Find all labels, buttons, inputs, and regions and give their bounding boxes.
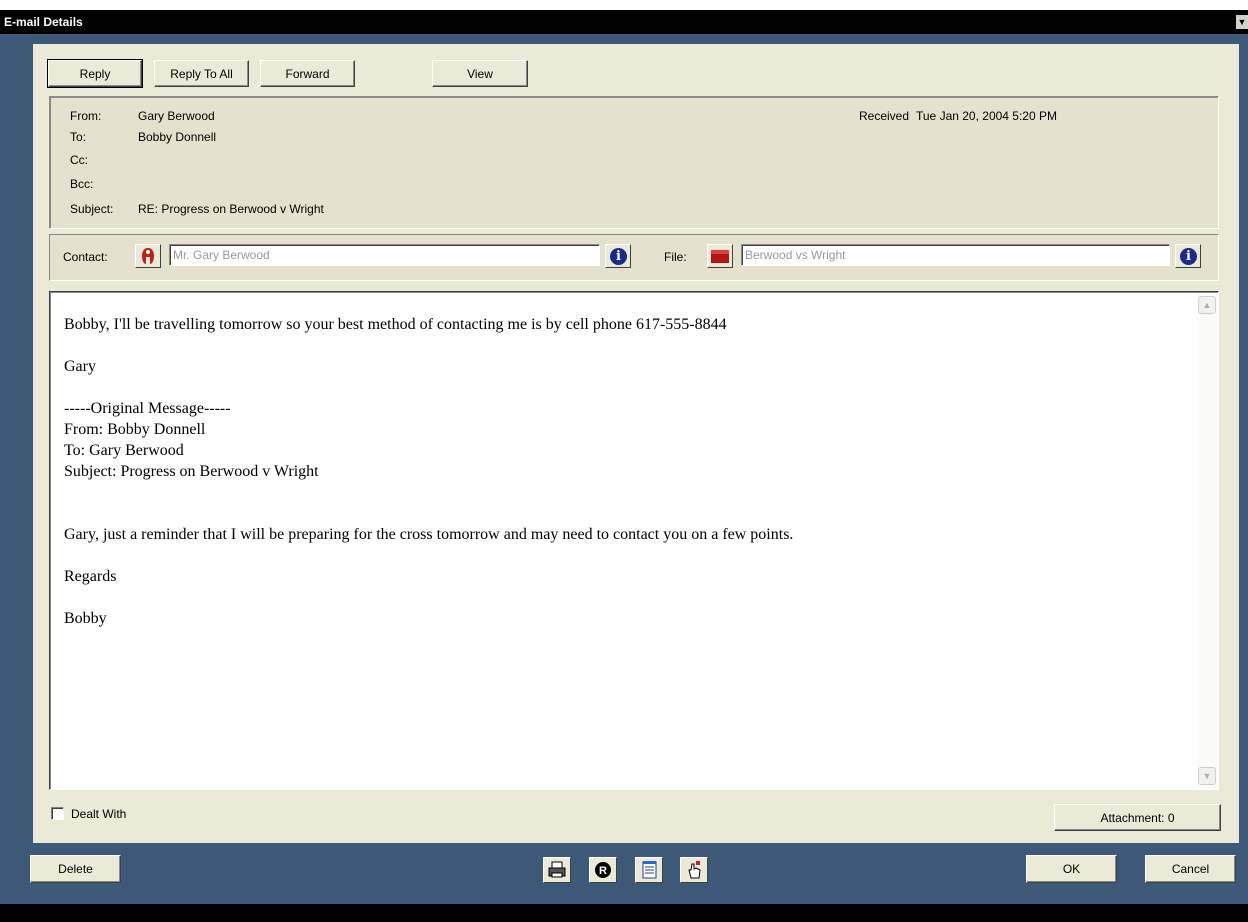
notepad-icon[interactable] [635,857,663,883]
message-text: Bobby, I'll be travelling tomorrow so yo… [64,314,1184,629]
message-line [64,377,1184,398]
message-line: Gary, just a reminder that I will be pre… [64,526,794,543]
delete-button[interactable]: Delete [30,855,121,883]
message-line: From: Bobby Donnell [64,421,206,438]
message-line: Subject: Progress on Berwood v Wright [64,463,319,480]
message-line [64,335,1184,356]
received-value: Tue Jan 20, 2004 5:20 PM [916,109,1057,123]
vertical-scrollbar[interactable]: ▲ ▼ [1197,293,1217,788]
ok-button[interactable]: OK [1026,855,1117,883]
from-value: Gary Berwood [138,109,215,123]
email-header: From: Gary Berwood To: Bobby Donnell Cc:… [49,96,1219,229]
message-line: Bobby, I'll be travelling tomorrow so yo… [64,316,727,333]
reply-to-all-button[interactable]: Reply To All [154,60,249,87]
bottom-strip [0,904,1248,922]
contact-file-bar: Contact: Mr. Gary Berwood i File: Berwoo… [49,234,1219,281]
forward-button[interactable]: Forward [260,60,355,87]
attachment-button[interactable]: Attachment: 0 [1054,804,1221,831]
message-line [64,482,1184,503]
message-line: Bobby [64,610,107,627]
from-label: From: [70,109,102,123]
svg-text:R: R [599,865,607,877]
cc-label: Cc: [70,153,88,167]
message-line: Gary [64,358,96,375]
to-value: Bobby Donnell [138,130,217,144]
view-button[interactable]: View [432,60,528,87]
scroll-down-arrow-icon[interactable]: ▼ [1198,767,1216,785]
file-label: File: [664,250,687,264]
message-line [64,587,1184,608]
cancel-button[interactable]: Cancel [1145,855,1236,883]
file-folder-icon[interactable] [707,244,733,268]
message-line: Regards [64,568,117,585]
received-label: Received [859,109,910,123]
subject-value: RE: Progress on Berwood v Wright [138,202,324,216]
bcc-label: Bcc: [70,177,94,191]
file-field[interactable]: Berwood vs Wright [741,244,1170,266]
reply-button[interactable]: Reply [47,59,143,88]
contact-field[interactable]: Mr. Gary Berwood [169,244,600,266]
dealt-with-checkbox[interactable] [51,807,64,820]
message-line: To: Gary Berwood [64,442,184,459]
window-title: E-mail Details [4,15,83,29]
window-menu-arrow-icon[interactable]: ▼ [1236,15,1248,29]
file-info-icon[interactable]: i [1175,244,1201,268]
dealt-with-label: Dealt With [71,807,127,821]
message-line [64,503,1184,524]
scroll-up-arrow-icon[interactable]: ▲ [1198,296,1216,314]
record-icon[interactable]: R [589,857,617,883]
print-icon[interactable] [543,857,571,883]
message-line: -----Original Message----- [64,400,231,417]
window-title-bar: E-mail Details ▼ [0,10,1248,34]
contact-label: Contact: [63,250,108,264]
contact-info-icon[interactable]: i [605,244,631,268]
to-label: To: [70,130,87,144]
subject-label: Subject: [70,202,114,216]
message-line [64,545,1184,566]
hand-pointer-icon[interactable] [680,857,708,883]
message-body[interactable]: Bobby, I'll be travelling tomorrow so yo… [49,291,1219,790]
contact-person-icon[interactable] [135,244,161,268]
